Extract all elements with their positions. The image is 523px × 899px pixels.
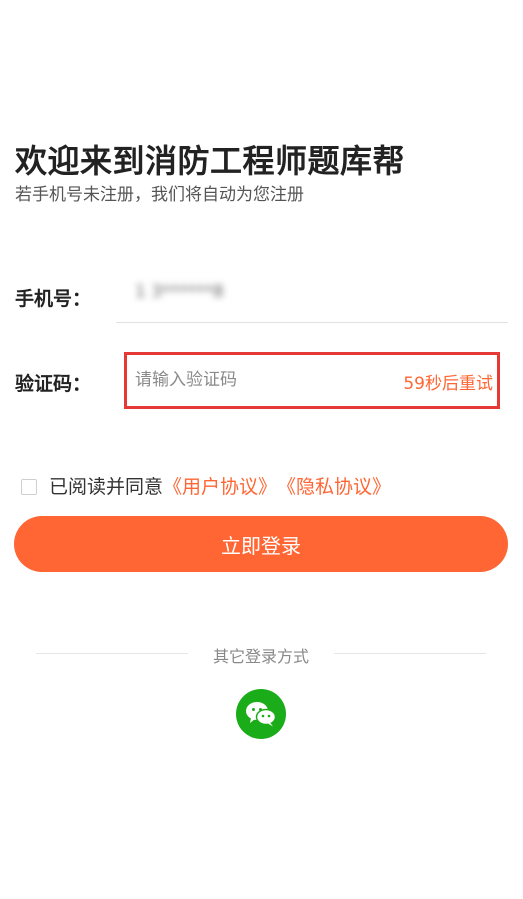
agreement-checkbox[interactable] <box>21 478 37 495</box>
user-agreement-link[interactable]: 《用户协议》 <box>163 472 277 499</box>
wechat-icon <box>246 702 277 727</box>
verification-code-input[interactable] <box>135 366 365 394</box>
agreement-row: 已阅读并同意 《用户协议》 《隐私协议》 <box>21 472 391 499</box>
phone-label: 手机号： <box>15 288 92 310</box>
other-login-label: 其它登录方式 <box>212 647 309 666</box>
page-title: 欢迎来到消防工程师题库帮 <box>15 142 406 180</box>
resend-countdown[interactable]: 59秒后重试 <box>403 369 493 394</box>
agreement-text: 已阅读并同意 <box>49 475 164 498</box>
phone-underline <box>116 322 508 323</box>
wechat-login-button[interactable] <box>236 689 286 739</box>
login-button[interactable]: 立即登录 <box>14 516 508 572</box>
phone-field[interactable]: 1 3******8 <box>135 282 263 304</box>
divider-right <box>334 653 486 654</box>
verification-code-row: 59秒后重试 <box>124 352 500 409</box>
verification-code-label: 验证码： <box>15 373 92 395</box>
page-subtitle: 若手机号未注册，我们将自动为您注册 <box>15 185 304 205</box>
privacy-agreement-link[interactable]: 《隐私协议》 <box>277 472 391 499</box>
divider-left <box>36 653 188 654</box>
